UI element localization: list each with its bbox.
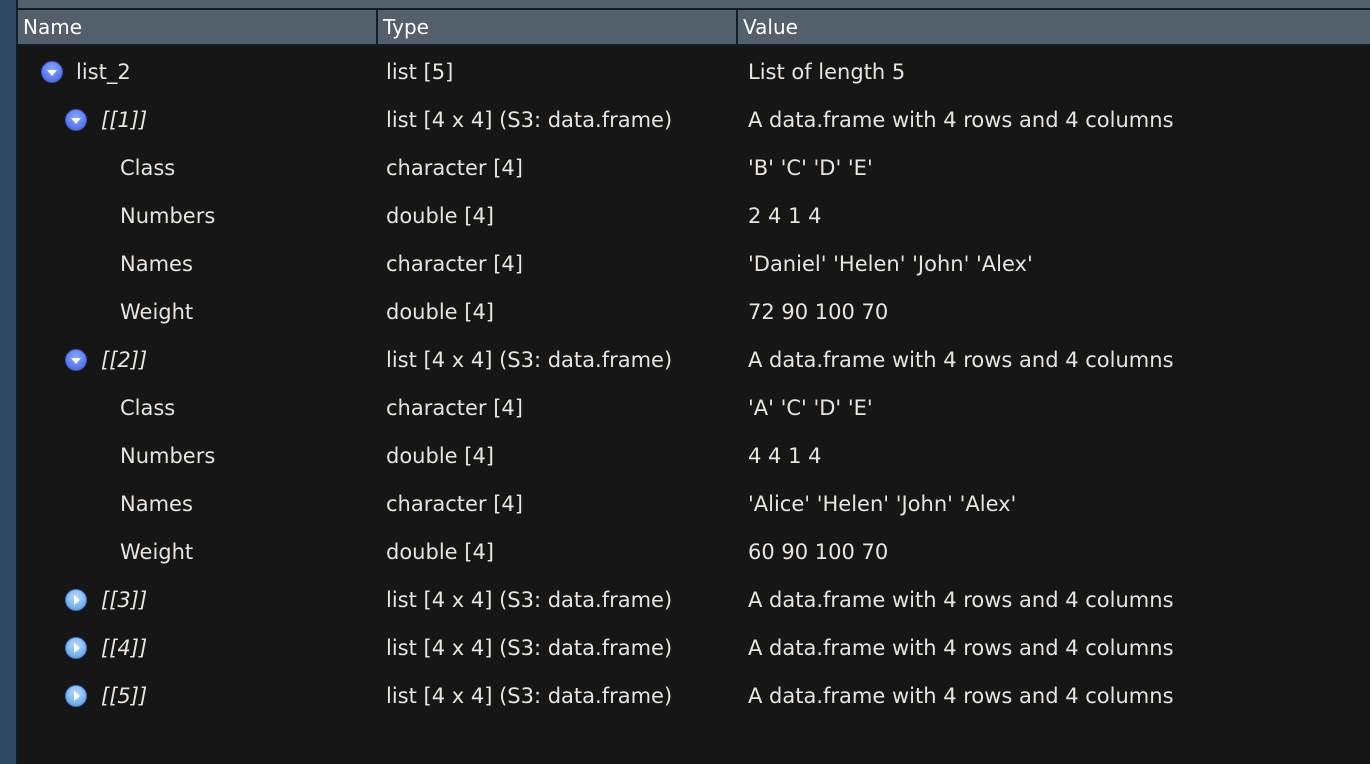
row-name: Class	[120, 156, 176, 180]
left-panel-edge	[0, 0, 16, 764]
row-type: list [5]	[386, 60, 454, 84]
tree-row-column[interactable]: Class character [4] 'A' 'C' 'D' 'E'	[18, 384, 1370, 432]
row-name-cell: Class	[120, 144, 175, 192]
chevron-right-circle-icon[interactable]	[65, 685, 87, 707]
tree-row-element[interactable]: [[2]] list [4 x 4] (S3: data.frame) A da…	[18, 336, 1370, 384]
chevron-down-circle-icon[interactable]	[65, 109, 87, 131]
row-value: A data.frame with 4 rows and 4 columns	[748, 588, 1174, 612]
row-type: list [4 x 4] (S3: data.frame)	[386, 588, 673, 612]
row-name: [[5]]	[101, 684, 148, 708]
row-name-cell: [[3]]	[101, 576, 147, 624]
row-name: [[3]]	[101, 588, 148, 612]
row-value: List of length 5	[748, 60, 906, 84]
row-name-cell: [[5]]	[101, 672, 147, 720]
row-name: Numbers	[120, 204, 216, 228]
row-name: [[1]]	[101, 108, 148, 132]
row-name: Class	[120, 396, 176, 420]
row-type: list [4 x 4] (S3: data.frame)	[386, 108, 673, 132]
row-name-cell: [[4]]	[101, 624, 147, 672]
row-type: double [4]	[386, 204, 494, 228]
row-type: character [4]	[386, 156, 523, 180]
row-type: character [4]	[386, 252, 523, 276]
row-value: A data.frame with 4 rows and 4 columns	[748, 348, 1174, 372]
chevron-right-circle-icon[interactable]	[65, 589, 87, 611]
row-name-cell: [[1]]	[101, 96, 147, 144]
row-value: 'Alice' 'Helen' 'John' 'Alex'	[748, 492, 1017, 516]
column-header-value[interactable]: Value	[738, 10, 1370, 44]
row-value: 60 90 100 70	[748, 540, 889, 564]
row-name: Names	[120, 252, 193, 276]
object-tree: list_2 list [5] List of length 5 [[1]] l…	[18, 48, 1370, 720]
row-name: Numbers	[120, 444, 216, 468]
row-value: A data.frame with 4 rows and 4 columns	[748, 108, 1174, 132]
row-type: character [4]	[386, 396, 523, 420]
tree-row-column[interactable]: Weight double [4] 72 90 100 70	[18, 288, 1370, 336]
row-type: double [4]	[386, 444, 494, 468]
row-value: 'B' 'C' 'D' 'E'	[748, 156, 873, 180]
row-name-cell: Weight	[120, 528, 193, 576]
column-header-type[interactable]: Type	[378, 10, 736, 44]
table-header: Name Type Value	[18, 10, 1370, 46]
tree-row-element[interactable]: [[4]] list [4 x 4] (S3: data.frame) A da…	[18, 624, 1370, 672]
row-type: list [4 x 4] (S3: data.frame)	[386, 348, 673, 372]
tree-row-column[interactable]: Names character [4] 'Daniel' 'Helen' 'Jo…	[18, 240, 1370, 288]
row-value: 4 4 1 4	[748, 444, 822, 468]
row-name-cell: Weight	[120, 288, 193, 336]
row-name: [[4]]	[101, 636, 148, 660]
row-type: double [4]	[386, 300, 494, 324]
tree-row-element[interactable]: [[5]] list [4 x 4] (S3: data.frame) A da…	[18, 672, 1370, 720]
row-name-cell: Numbers	[120, 192, 215, 240]
row-name-cell: Class	[120, 384, 175, 432]
tree-row-element[interactable]: [[1]] list [4 x 4] (S3: data.frame) A da…	[18, 96, 1370, 144]
toolbar-strip	[18, 0, 1370, 8]
tree-row-column[interactable]: Names character [4] 'Alice' 'Helen' 'Joh…	[18, 480, 1370, 528]
tree-row-column[interactable]: Weight double [4] 60 90 100 70	[18, 528, 1370, 576]
row-name-cell: list_2	[76, 48, 131, 96]
tree-row-column[interactable]: Class character [4] 'B' 'C' 'D' 'E'	[18, 144, 1370, 192]
row-name: list_2	[76, 60, 131, 84]
column-header-name[interactable]: Name	[18, 10, 376, 44]
chevron-down-circle-icon[interactable]	[65, 349, 87, 371]
row-name: [[2]]	[101, 348, 148, 372]
row-name: Weight	[120, 540, 194, 564]
row-name-cell: Names	[120, 240, 193, 288]
row-value: 72 90 100 70	[748, 300, 889, 324]
row-name-cell: Numbers	[120, 432, 215, 480]
tree-row-element[interactable]: [[3]] list [4 x 4] (S3: data.frame) A da…	[18, 576, 1370, 624]
row-value: 'A' 'C' 'D' 'E'	[748, 396, 873, 420]
row-name: Weight	[120, 300, 194, 324]
row-type: character [4]	[386, 492, 523, 516]
row-type: double [4]	[386, 540, 494, 564]
row-type: list [4 x 4] (S3: data.frame)	[386, 684, 673, 708]
row-value: A data.frame with 4 rows and 4 columns	[748, 636, 1174, 660]
row-value: 'Daniel' 'Helen' 'John' 'Alex'	[748, 252, 1033, 276]
chevron-down-circle-icon[interactable]	[41, 61, 63, 83]
row-name-cell: Names	[120, 480, 193, 528]
tree-row-column[interactable]: Numbers double [4] 2 4 1 4	[18, 192, 1370, 240]
row-type: list [4 x 4] (S3: data.frame)	[386, 636, 673, 660]
row-value: 2 4 1 4	[748, 204, 822, 228]
row-name: Names	[120, 492, 193, 516]
tree-row-root[interactable]: list_2 list [5] List of length 5	[18, 48, 1370, 96]
tree-row-column[interactable]: Numbers double [4] 4 4 1 4	[18, 432, 1370, 480]
row-name-cell: [[2]]	[101, 336, 147, 384]
chevron-right-circle-icon[interactable]	[65, 637, 87, 659]
row-value: A data.frame with 4 rows and 4 columns	[748, 684, 1174, 708]
